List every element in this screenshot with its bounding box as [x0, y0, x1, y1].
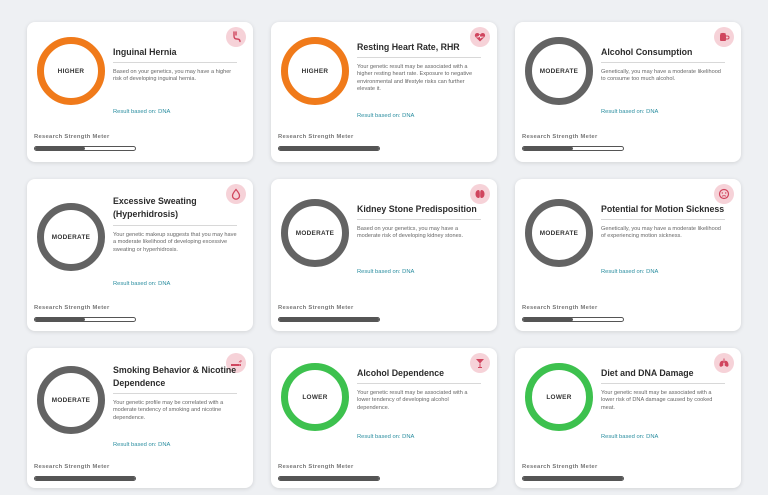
result-level: LOWER — [546, 393, 572, 401]
result-level: HIGHER — [301, 67, 329, 75]
result-level-ring: HIGHER — [37, 37, 105, 105]
trait-title: Potential for Motion Sickness — [601, 204, 725, 214]
research-strength-meter — [34, 476, 136, 481]
trait-card[interactable]: MODERATE Potential for Motion Sickness G… — [515, 179, 741, 331]
stomach-icon — [226, 27, 246, 47]
result-source: Result based on: DNA — [113, 109, 171, 115]
research-strength-label: Research Strength Meter — [522, 305, 598, 311]
title-divider — [113, 393, 237, 394]
title-divider — [113, 62, 237, 63]
result-level: LOWER — [302, 393, 328, 401]
research-strength-label: Research Strength Meter — [34, 464, 110, 470]
result-level: MODERATE — [539, 67, 579, 75]
trait-description: Your genetic profile may be correlated w… — [113, 400, 224, 421]
trait-description: Genetically, you may have a moderate lik… — [601, 226, 721, 240]
research-strength-meter — [278, 317, 380, 322]
trait-description: Your genetic result may be associated wi… — [601, 390, 713, 411]
trait-description: Based on your genetics, you may have a h… — [113, 69, 232, 83]
result-level: MODERATE — [539, 229, 579, 237]
result-source: Result based on: DNA — [601, 434, 659, 440]
title-divider — [601, 219, 725, 220]
research-strength-label: Research Strength Meter — [278, 464, 354, 470]
result-level-ring: MODERATE — [37, 366, 105, 434]
research-strength-meter — [522, 317, 624, 322]
result-level-ring: MODERATE — [281, 199, 349, 267]
research-strength-meter — [278, 476, 380, 481]
trait-description: Based on your genetics, you may have a m… — [357, 226, 464, 240]
trait-card[interactable]: LOWER Diet and DNA Damage Your genetic r… — [515, 348, 741, 488]
title-divider — [357, 219, 481, 220]
result-source: Result based on: DNA — [113, 281, 171, 287]
mug-icon — [714, 27, 734, 47]
research-strength-meter — [34, 146, 136, 151]
result-level-ring: MODERATE — [37, 203, 105, 271]
trait-title: Kidney Stone Predisposition — [357, 204, 477, 214]
trait-title: Alcohol Dependence — [357, 368, 445, 378]
result-source: Result based on: DNA — [113, 442, 171, 448]
trait-title: Inguinal Hernia — [113, 47, 177, 57]
result-level: MODERATE — [51, 233, 91, 241]
research-strength-label: Research Strength Meter — [34, 305, 110, 311]
trait-description: Genetically, you may have a moderate lik… — [601, 69, 721, 83]
trait-card[interactable]: MODERATE Kidney Stone Predisposition Bas… — [271, 179, 497, 331]
trait-card[interactable]: MODERATE Alcohol Consumption Genetically… — [515, 22, 741, 162]
result-level-ring: HIGHER — [281, 37, 349, 105]
title-divider — [601, 383, 725, 384]
trait-card[interactable]: HIGHER Resting Heart Rate, RHR Your gene… — [271, 22, 497, 162]
trait-title: Smoking Behavior & Nicotine Dependence — [113, 365, 237, 388]
title-divider — [601, 62, 725, 63]
result-source: Result based on: DNA — [601, 269, 659, 275]
trait-title: Resting Heart Rate, RHR — [357, 42, 460, 52]
trait-card[interactable]: HIGHER Inguinal Hernia Based on your gen… — [27, 22, 253, 162]
title-divider — [357, 57, 481, 58]
result-level: MODERATE — [295, 229, 335, 237]
trait-title: Alcohol Consumption — [601, 47, 693, 57]
research-strength-label: Research Strength Meter — [278, 305, 354, 311]
trait-description: Your genetic result may be associated wi… — [357, 64, 473, 93]
research-strength-label: Research Strength Meter — [522, 464, 598, 470]
result-level-ring: LOWER — [525, 363, 593, 431]
title-divider — [357, 383, 481, 384]
result-source: Result based on: DNA — [601, 109, 659, 115]
trait-card[interactable]: LOWER Alcohol Dependence Your genetic re… — [271, 348, 497, 488]
research-strength-meter — [278, 146, 380, 151]
sick-face-icon — [714, 184, 734, 204]
trait-card[interactable]: MODERATE Smoking Behavior & Nicotine Dep… — [27, 348, 253, 488]
research-strength-meter — [522, 146, 624, 151]
result-source: Result based on: DNA — [357, 269, 415, 275]
trait-description: Your genetic result may be associated wi… — [357, 390, 468, 411]
result-source: Result based on: DNA — [357, 113, 415, 119]
trait-title: Diet and DNA Damage — [601, 368, 694, 378]
result-source: Result based on: DNA — [357, 434, 415, 440]
trait-title: Excessive Sweating (Hyperhidrosis) — [113, 196, 197, 219]
title-divider — [113, 225, 237, 226]
result-level-ring: MODERATE — [525, 199, 593, 267]
result-level: MODERATE — [51, 396, 91, 404]
result-level: HIGHER — [57, 67, 85, 75]
research-strength-label: Research Strength Meter — [34, 134, 110, 140]
trait-card-grid: HIGHER Inguinal Hernia Based on your gen… — [0, 0, 768, 495]
trait-card[interactable]: MODERATE Excessive Sweating (Hyperhidros… — [27, 179, 253, 331]
trait-description: Your genetic makeup suggests that you ma… — [113, 232, 237, 253]
result-level-ring: LOWER — [281, 363, 349, 431]
kidney-icon — [470, 184, 490, 204]
research-strength-meter — [522, 476, 624, 481]
research-strength-meter — [34, 317, 136, 322]
result-level-ring: MODERATE — [525, 37, 593, 105]
research-strength-label: Research Strength Meter — [278, 134, 354, 140]
research-strength-label: Research Strength Meter — [522, 134, 598, 140]
